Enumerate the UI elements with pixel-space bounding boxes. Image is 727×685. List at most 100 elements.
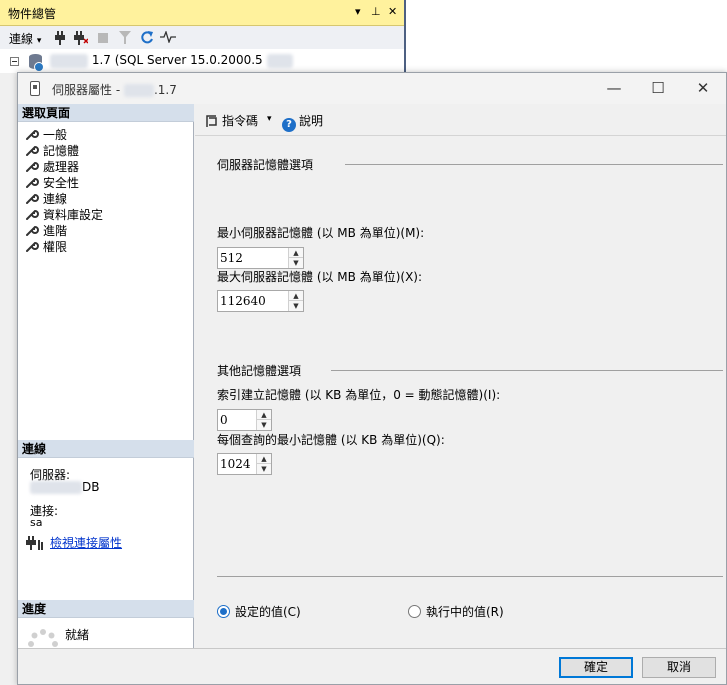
help-button[interactable]: ? 說明 xyxy=(282,112,323,132)
page-item-memory[interactable]: 記憶體 xyxy=(26,142,79,158)
connect-button[interactable]: 連線 ▾ xyxy=(9,30,41,47)
max-server-memory-label: 最大伺服器記憶體 (以 MB 為單位)(X): xyxy=(217,270,423,284)
progress-status: 就緒 xyxy=(65,628,90,642)
radio-unselected-icon xyxy=(408,605,421,618)
close-button[interactable]: ✕ xyxy=(683,77,723,99)
page-item-label: 安全性 xyxy=(43,176,80,190)
server-properties-dialog: 伺服器屬性 - .1.7 — ☐ ✕ 選取頁面 一般 記憶體 處理器 安全性 連… xyxy=(17,72,727,685)
window-position-dropdown-icon[interactable]: ▾ xyxy=(355,5,361,18)
help-icon: ? xyxy=(282,118,296,132)
page-item-security[interactable]: 安全性 xyxy=(26,174,79,190)
script-button[interactable]: 指令碼 xyxy=(205,112,258,129)
close-panel-icon[interactable]: ✕ xyxy=(388,5,397,18)
cancel-button[interactable]: 取消 xyxy=(642,657,716,678)
server-value-suffix: DB xyxy=(82,480,100,494)
decrement-icon[interactable]: ▼ xyxy=(257,464,271,474)
stepper-arrows: ▲ ▼ xyxy=(256,410,271,430)
wrench-icon xyxy=(26,209,39,220)
page-item-database-settings[interactable]: 資料庫設定 xyxy=(26,206,103,222)
connect-label: 連線 xyxy=(9,32,34,46)
select-page-header: 選取頁面 xyxy=(18,104,194,122)
wrench-icon xyxy=(26,241,39,252)
min-server-memory-input[interactable] xyxy=(218,248,288,268)
page-item-label: 記憶體 xyxy=(43,144,80,158)
collapse-icon[interactable] xyxy=(10,57,19,66)
page-item-general[interactable]: 一般 xyxy=(26,126,67,142)
view-connection-properties-link[interactable]: 檢視連接屬性 xyxy=(50,536,122,550)
wrench-icon xyxy=(26,145,39,156)
page-item-label: 進階 xyxy=(43,224,68,238)
dialog-footer: 確定 取消 xyxy=(18,648,726,684)
dialog-title-prefix: 伺服器屬性 - xyxy=(52,83,121,97)
redacted-text xyxy=(50,53,88,68)
increment-icon[interactable]: ▲ xyxy=(257,454,271,464)
page-item-processors[interactable]: 處理器 xyxy=(26,158,79,174)
min-query-memory-label: 每個查詢的最小記憶體 (以 KB 為單位)(Q): xyxy=(217,433,445,447)
chevron-down-icon: ▾ xyxy=(36,36,42,46)
decrement-icon[interactable]: ▼ xyxy=(289,258,303,268)
connection-header: 連線 xyxy=(18,440,194,458)
group-divider xyxy=(331,370,723,371)
wrench-icon xyxy=(26,225,39,236)
increment-icon[interactable]: ▲ xyxy=(257,410,271,420)
running-values-radio[interactable]: 執行中的值(R) xyxy=(408,603,504,620)
wrench-icon xyxy=(26,161,39,172)
redacted-text xyxy=(123,84,154,97)
refresh-icon[interactable] xyxy=(140,30,154,45)
page-item-permissions[interactable]: 權限 xyxy=(26,238,67,254)
decrement-icon[interactable]: ▼ xyxy=(289,301,303,311)
wrench-icon xyxy=(26,177,39,188)
disconnect-plug-icon[interactable] xyxy=(74,31,88,45)
filter-icon[interactable] xyxy=(119,31,131,45)
server-icon xyxy=(29,54,44,72)
server-properties-icon xyxy=(30,81,40,96)
other-memory-options-title: 其他記憶體選項 xyxy=(217,364,302,378)
stop-icon[interactable] xyxy=(98,33,108,43)
connect-plug-icon[interactable] xyxy=(54,31,66,45)
min-server-memory-label: 最小伺服器記憶體 (以 MB 為單位)(M): xyxy=(217,226,425,240)
dialog-title-suffix: .1.7 xyxy=(153,83,177,97)
maximize-button[interactable]: ☐ xyxy=(638,77,678,99)
connection-value: sa xyxy=(30,516,43,529)
index-creation-memory-label: 索引建立記憶體 (以 KB 為單位，0 = 動態記憶體)(I): xyxy=(217,388,501,402)
help-label: 說明 xyxy=(299,114,324,128)
decrement-icon[interactable]: ▼ xyxy=(257,420,271,430)
max-server-memory-stepper: ▲ ▼ xyxy=(217,290,304,312)
script-label: 指令碼 xyxy=(222,114,259,128)
view-connection-properties: 檢視連接屬性 xyxy=(26,534,122,551)
wrench-icon xyxy=(26,193,39,204)
index-creation-memory-input[interactable] xyxy=(218,410,256,430)
activity-monitor-icon[interactable] xyxy=(160,31,176,43)
page-item-advanced[interactable]: 進階 xyxy=(26,222,67,238)
min-server-memory-stepper: ▲ ▼ xyxy=(217,247,304,269)
wrench-icon xyxy=(26,129,39,140)
page-item-connections[interactable]: 連線 xyxy=(26,190,67,206)
min-query-memory-stepper: ▲ ▼ xyxy=(217,453,272,475)
dialog-titlebar[interactable]: 伺服器屬性 - .1.7 — ☐ ✕ xyxy=(18,73,726,104)
divider xyxy=(217,576,723,577)
page-item-label: 權限 xyxy=(43,240,68,254)
increment-icon[interactable]: ▲ xyxy=(289,291,303,301)
server-memory-options-title: 伺服器記憶體選項 xyxy=(217,158,314,172)
page-item-label: 一般 xyxy=(43,128,68,142)
minimize-button[interactable]: — xyxy=(594,77,634,99)
server-node[interactable]: 1.7 (SQL Server 15.0.2000.5 xyxy=(50,53,293,68)
redacted-text xyxy=(30,481,82,494)
configured-values-radio[interactable]: 設定的值(C) xyxy=(217,603,301,620)
ok-button[interactable]: 確定 xyxy=(559,657,633,678)
dialog-toolbar: 指令碼 ▾ ? 說明 xyxy=(195,104,726,136)
server-node-label: 1.7 (SQL Server 15.0.2000.5 xyxy=(91,53,263,67)
running-values-label: 執行中的值(R) xyxy=(426,605,504,619)
object-explorer-titlebar: 物件總管 ▾ ⊥ ✕ xyxy=(0,0,404,26)
pin-icon[interactable]: ⊥ xyxy=(371,5,381,18)
page-item-label: 處理器 xyxy=(43,160,80,174)
configured-values-label: 設定的值(C) xyxy=(235,605,301,619)
script-dropdown-icon[interactable]: ▾ xyxy=(267,114,272,124)
increment-icon[interactable]: ▲ xyxy=(289,248,303,258)
max-server-memory-input[interactable] xyxy=(218,291,288,311)
radio-selected-icon xyxy=(217,605,230,618)
background-area xyxy=(407,0,727,72)
group-divider xyxy=(345,164,723,165)
min-query-memory-input[interactable] xyxy=(218,454,256,474)
stepper-arrows: ▲ ▼ xyxy=(288,291,303,311)
